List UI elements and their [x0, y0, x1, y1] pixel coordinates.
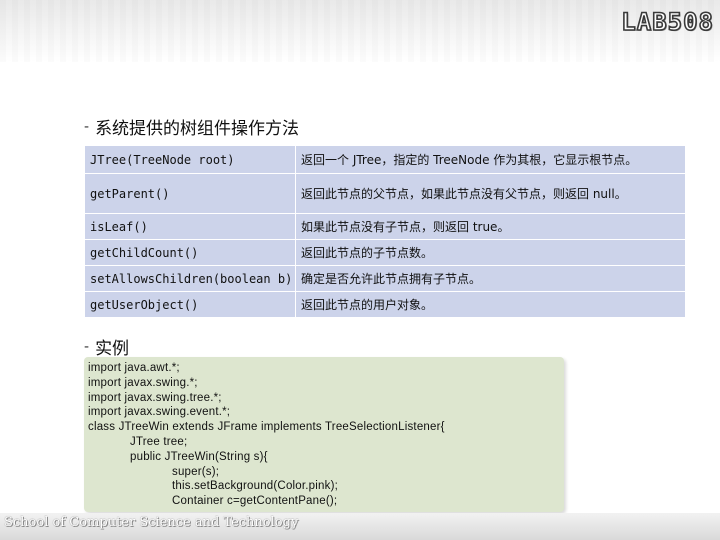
method-desc: 如果此节点没有子节点，则返回 true。 [295, 213, 686, 240]
table-row: isLeaf() 如果此节点没有子节点，则返回 true。 [84, 213, 686, 240]
table-row: getUserObject() 返回此节点的用户对象。 [84, 291, 686, 318]
code-sample: import java.awt.*; import javax.swing.*;… [84, 357, 564, 512]
method-name: getParent() [84, 173, 296, 214]
method-desc: 返回此节点的父节点，如果此节点没有父节点，则返回 null。 [295, 173, 686, 214]
code-line: import java.awt.*; [88, 362, 180, 374]
code-line: class JTreeWin extends JFrame implements… [88, 421, 445, 434]
method-desc: 返回此节点的子节点数。 [295, 239, 686, 266]
section-heading-methods: - 系统提供的树组件操作方法 [84, 114, 299, 139]
table-row: setAllowsChildren(boolean b) 确定是否允许此节点拥有… [84, 265, 686, 292]
method-desc: 返回此节点的用户对象。 [295, 291, 686, 318]
methods-table: JTree(TreeNode root) 返回一个 JTree，指定的 Tree… [84, 145, 686, 318]
code-line: public JTreeWin(String s){ [130, 450, 268, 463]
bullet-dash: - [84, 338, 90, 355]
method-name: getUserObject() [84, 291, 296, 318]
table-row: getChildCount() 返回此节点的子节点数。 [84, 239, 686, 266]
method-name: isLeaf() [84, 213, 296, 240]
code-line: import javax.swing.tree.*; [88, 391, 222, 404]
lab-logo: LAB508 [620, 7, 714, 37]
code-line: this.setBackground(Color.pink); [172, 480, 338, 493]
section-heading-example: - 实例 [84, 334, 129, 359]
code-line: import javax.swing.*; [88, 376, 198, 389]
bullet-dash: - [84, 118, 90, 135]
method-name: setAllowsChildren(boolean b) [84, 265, 296, 292]
code-line: import javax.swing.event.*; [88, 406, 231, 419]
code-line: JTree tree; [130, 435, 188, 448]
table-row: JTree(TreeNode root) 返回一个 JTree，指定的 Tree… [84, 145, 686, 174]
section-title: 实例 [95, 339, 130, 359]
method-name: JTree(TreeNode root) [84, 145, 296, 174]
header-band [0, 0, 720, 62]
footer-text: School of Computer Science and Technolog… [4, 515, 299, 530]
code-line: super(s); [172, 465, 220, 478]
method-desc: 确定是否允许此节点拥有子节点。 [295, 265, 686, 292]
section-title: 系统提供的树组件操作方法 [95, 119, 300, 139]
method-name: getChildCount() [84, 239, 296, 266]
method-desc: 返回一个 JTree，指定的 TreeNode 作为其根，它显示根节点。 [295, 145, 686, 174]
code-line: Container c=getContentPane(); [172, 495, 338, 508]
table-row: getParent() 返回此节点的父节点，如果此节点没有父节点，则返回 nul… [84, 173, 686, 214]
